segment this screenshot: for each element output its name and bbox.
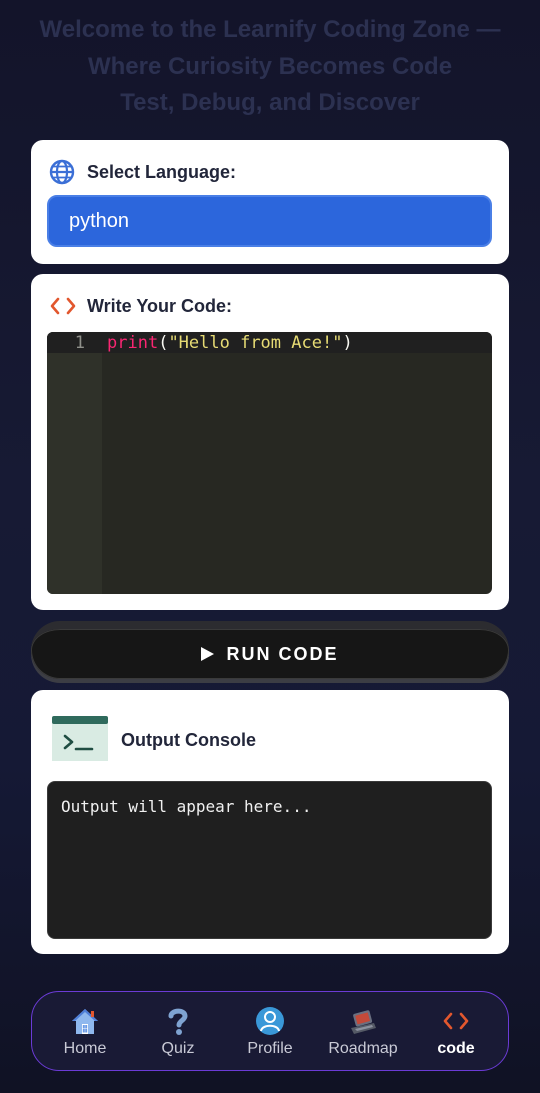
output-console-label: Output Console — [121, 730, 256, 750]
line-number: 1 — [74, 333, 85, 353]
code-token-string: "Hello from Ace!" — [168, 333, 343, 353]
language-card: Select Language: python — [31, 140, 509, 264]
language-select[interactable]: python — [47, 195, 492, 247]
nav-label-home: Home — [63, 1040, 107, 1057]
globe-icon — [49, 159, 75, 185]
output-card: Output Console Output will appear here..… — [31, 690, 509, 954]
roadmap-icon — [351, 1010, 376, 1034]
write-code-label: Write Your Code: — [87, 296, 233, 316]
code-token-open-paren: ( — [158, 333, 169, 353]
play-icon — [201, 647, 215, 661]
code-brackets-icon — [443, 1012, 469, 1030]
output-console: Output will appear here... — [47, 781, 492, 939]
home-icon — [72, 1009, 98, 1034]
question-icon — [168, 1008, 188, 1035]
user-icon — [256, 1007, 284, 1035]
nav-label-roadmap: Roadmap — [328, 1040, 398, 1057]
nav-label-profile: Profile — [247, 1040, 293, 1057]
nav-item-profile[interactable]: Profile — [230, 1006, 310, 1060]
code-card: Write Your Code: 1 print("Hello from Ace… — [31, 274, 509, 610]
nav-label-code: code — [437, 1040, 475, 1057]
nav-item-code[interactable]: code — [416, 1006, 496, 1060]
code-editor[interactable]: 1 print("Hello from Ace!") — [47, 332, 492, 594]
code-brackets-icon — [50, 297, 76, 315]
run-code-label: RUN CODE — [226, 643, 339, 664]
code-token-close-paren: ) — [342, 333, 353, 353]
editor-gutter — [47, 332, 102, 594]
select-language-label: Select Language: — [87, 162, 237, 182]
code-token-function: print — [107, 333, 159, 353]
nav-item-roadmap[interactable]: Roadmap — [323, 1006, 403, 1060]
bottom-nav: Home Quiz Profile Roadmap code — [31, 991, 509, 1071]
title-line-3: Test, Debug, and Discover — [120, 89, 420, 116]
title-line-1: Welcome to the Learnify Coding Zone — — [39, 16, 501, 43]
code-line[interactable]: print("Hello from Ace!") — [107, 333, 353, 353]
page-title: Welcome to the Learnify Coding Zone — Wh… — [0, 12, 540, 122]
run-code-button[interactable]: RUN CODE — [31, 621, 509, 679]
nav-item-quiz[interactable]: Quiz — [138, 1006, 218, 1060]
nav-item-home[interactable]: Home — [45, 1006, 125, 1060]
title-line-2: Where Curiosity Becomes Code — [87, 52, 453, 80]
terminal-icon — [52, 716, 108, 761]
nav-label-quiz: Quiz — [161, 1040, 195, 1057]
